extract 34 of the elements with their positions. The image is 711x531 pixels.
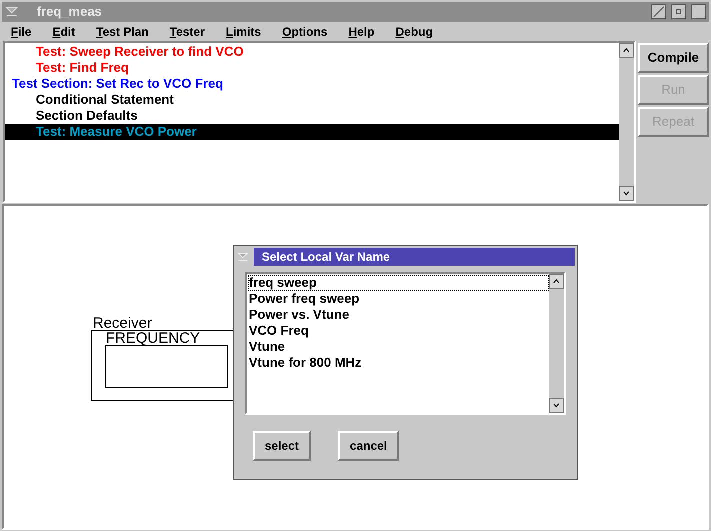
scroll-up-icon[interactable] <box>549 274 564 289</box>
restore-icon[interactable] <box>691 4 707 20</box>
menu-item[interactable]: Edit <box>52 22 76 40</box>
menu-item[interactable]: Tester <box>170 22 205 40</box>
scroll-up-icon[interactable] <box>619 43 634 58</box>
minimize-icon[interactable] <box>671 4 687 20</box>
plan-step[interactable]: Test: Find Freq <box>5 60 619 76</box>
plan-step[interactable]: Test: Measure VCO Power <box>5 124 619 140</box>
scrollbar[interactable] <box>619 43 634 201</box>
list-item[interactable]: freq sweep <box>248 275 549 291</box>
list-item[interactable]: Power vs. Vtune <box>248 307 549 323</box>
dialog-button[interactable]: select <box>253 431 312 461</box>
list-item[interactable]: Vtune for 800 MHz <box>248 355 549 371</box>
scroll-down-icon[interactable] <box>619 186 634 201</box>
menu-item[interactable]: Limits <box>226 22 262 40</box>
dialog-button[interactable]: cancel <box>338 431 400 461</box>
menu-item[interactable]: Test Plan <box>96 22 149 40</box>
menu-item[interactable]: Help <box>348 22 375 40</box>
dialog-title: Select Local Var Name <box>262 249 390 266</box>
plan-step[interactable]: Section Defaults <box>5 108 619 124</box>
menu-item[interactable]: Options <box>282 22 328 40</box>
list-item[interactable]: Power freq sweep <box>248 291 549 307</box>
action-button[interactable]: Compile <box>638 43 709 73</box>
scrollbar[interactable] <box>549 274 564 413</box>
menu-item[interactable]: File <box>11 22 32 40</box>
plan-step[interactable]: Conditional Statement <box>5 92 619 108</box>
plan-step[interactable]: Test: Sweep Receiver to find VCO <box>5 44 619 60</box>
maximize-icon[interactable] <box>651 4 667 20</box>
list-item[interactable]: Vtune <box>248 339 549 355</box>
window-title: freq_meas <box>37 3 102 22</box>
plan-step[interactable]: Test Section: Set Rec to VCO Freq <box>5 76 619 92</box>
menu-item[interactable]: Debug <box>396 22 434 40</box>
list-item[interactable]: VCO Freq <box>248 323 549 339</box>
scroll-down-icon[interactable] <box>549 398 564 413</box>
